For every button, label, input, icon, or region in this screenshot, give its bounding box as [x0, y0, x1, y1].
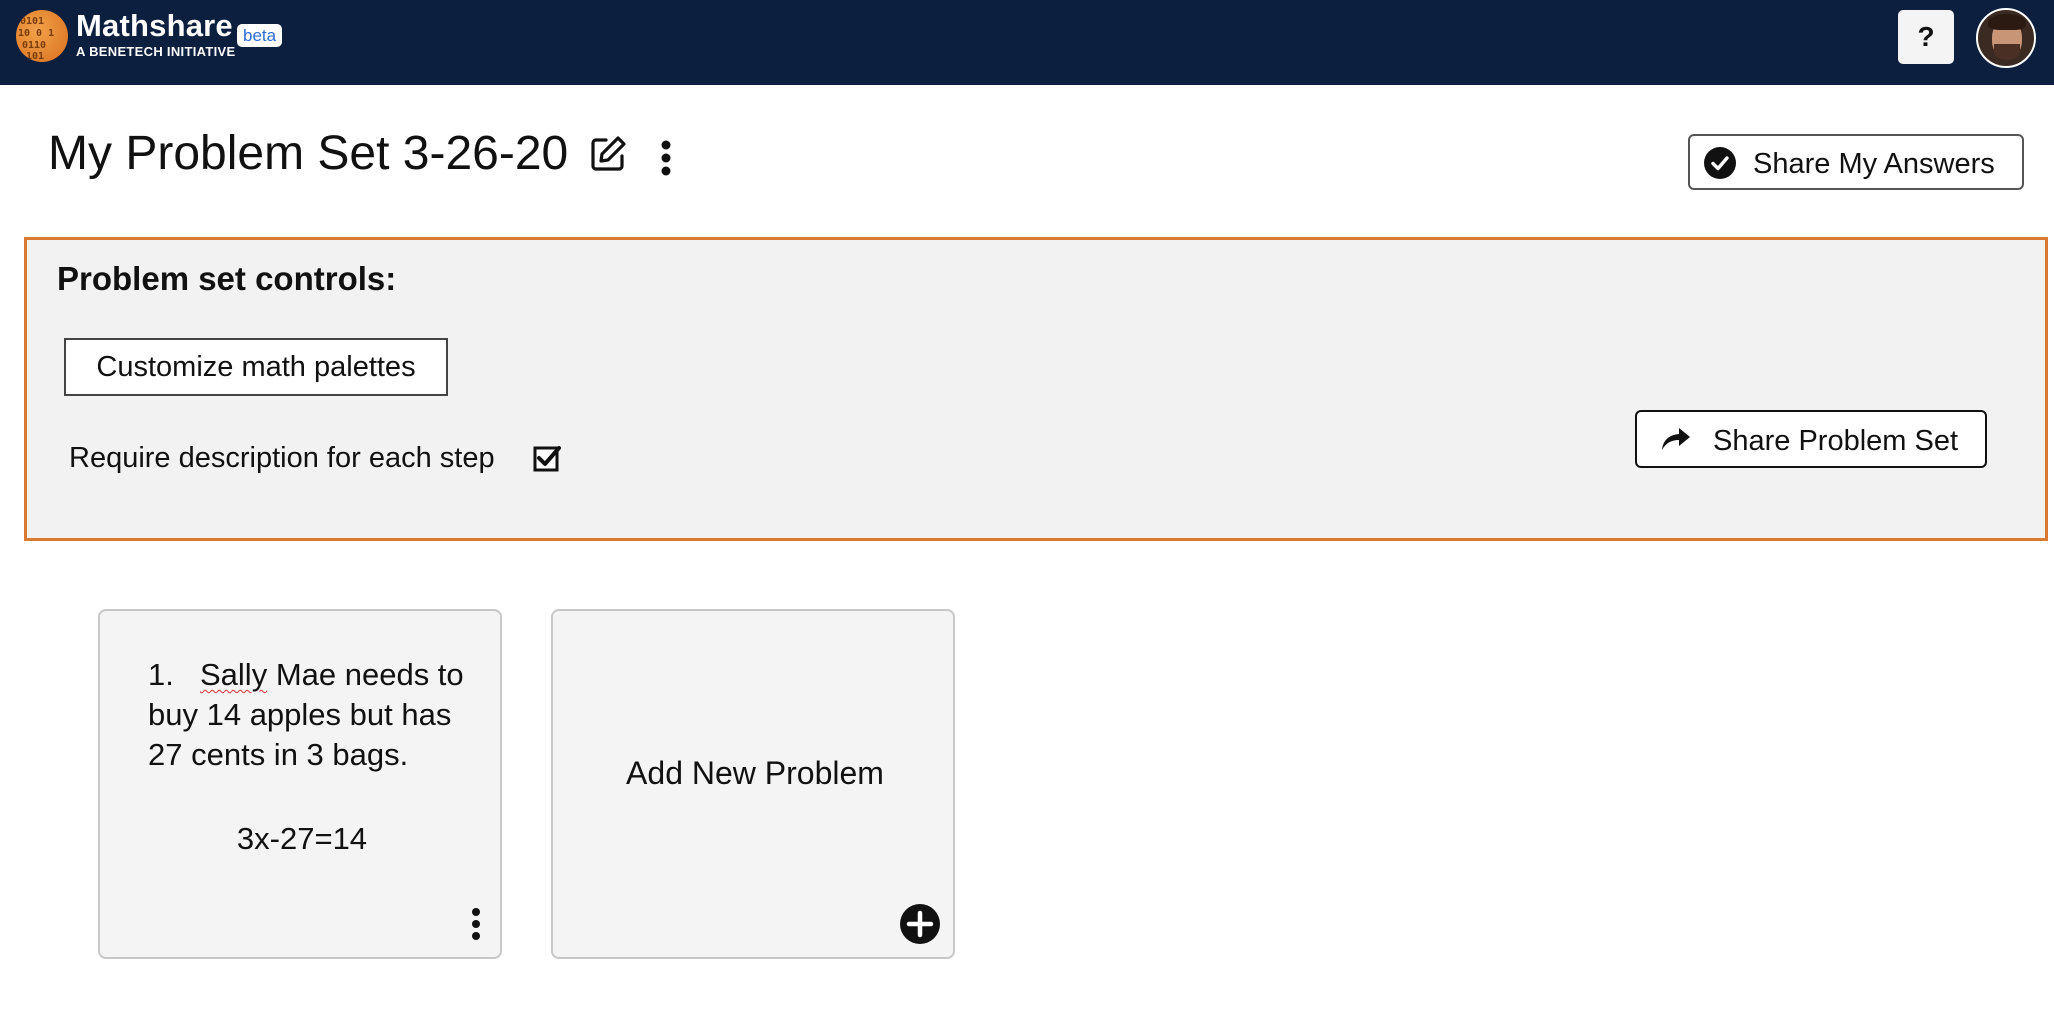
edit-icon[interactable] [588, 134, 628, 174]
top-navbar: 0101 10 0 1 0110 101 Mathshare A BENETEC… [0, 0, 2054, 85]
require-description-checkbox[interactable] [533, 444, 561, 472]
plus-circle-icon [900, 904, 940, 944]
problem-equation: 3x-27=14 [236, 821, 368, 856]
mathshare-logo-icon[interactable]: 0101 10 0 1 0110 101 [16, 10, 68, 62]
problem-description: 1. Sally Mae needs to buy 14 apples but h… [148, 655, 468, 775]
problem-number: 1. [148, 657, 174, 692]
page-title: My Problem Set 3-26-20 [48, 127, 569, 180]
controls-heading: Problem set controls: [57, 260, 397, 297]
require-description-label: Require description for each step [69, 442, 495, 474]
share-problem-set-button[interactable]: Share Problem Set [1635, 410, 1987, 468]
share-my-answers-label: Share My Answers [1753, 148, 1995, 180]
share-arrow-icon [1662, 428, 1690, 450]
add-new-problem-label: Add New Problem [626, 755, 884, 791]
check-circle-icon [1704, 147, 1736, 179]
problem-first-word: Sally [200, 657, 268, 692]
brand-subtitle: A BENETECH INITIATIVE [76, 44, 236, 59]
problem-menu-icon[interactable] [468, 907, 484, 941]
user-avatar[interactable] [1976, 8, 2036, 68]
brand-name[interactable]: Mathshare [76, 8, 233, 44]
add-new-problem-card[interactable]: Add New Problem [551, 609, 955, 959]
share-my-answers-button[interactable]: Share My Answers [1688, 134, 2024, 190]
customize-math-palettes-button[interactable]: Customize math palettes [64, 338, 448, 396]
share-problem-set-label: Share Problem Set [1713, 425, 1959, 457]
avatar-beard [1994, 44, 2020, 60]
avatar-hair [1988, 14, 2026, 30]
help-button[interactable]: ? [1898, 10, 1954, 64]
problem-set-controls-panel: Problem set controls: Customize math pal… [24, 237, 2048, 541]
beta-badge: beta [237, 24, 283, 47]
problem-set-menu-icon[interactable] [654, 138, 678, 178]
problem-card[interactable]: 1. Sally Mae needs to buy 14 apples but h… [98, 609, 502, 959]
